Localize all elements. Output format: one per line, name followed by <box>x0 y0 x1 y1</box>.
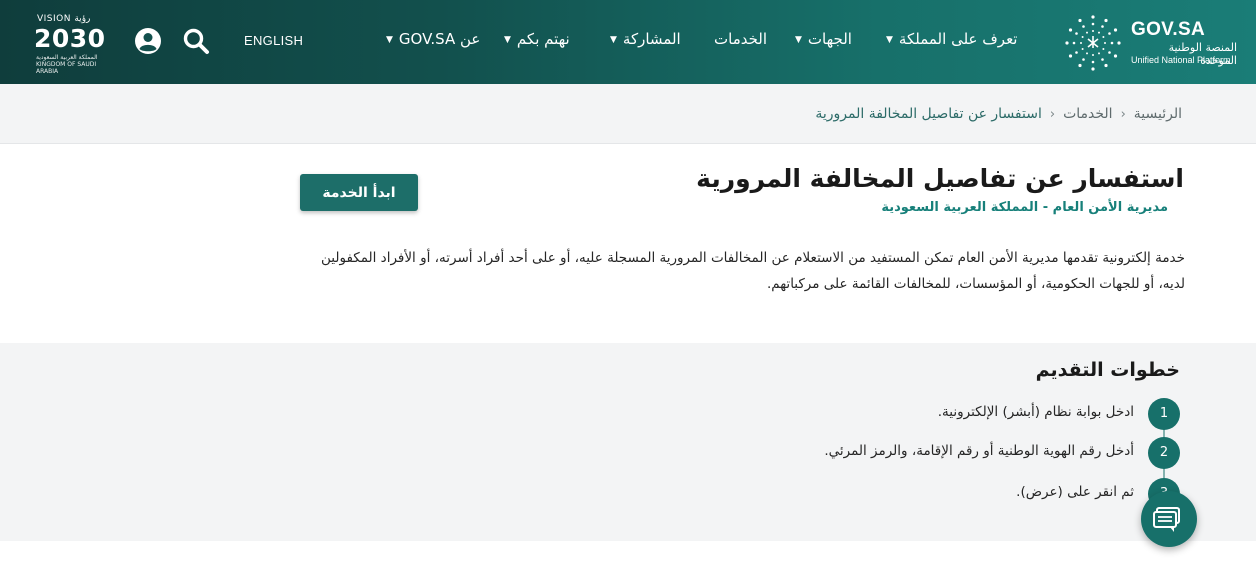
logo-subtitle-en: Unified National Platform <box>1131 55 1231 65</box>
nav-services[interactable]: الخدمات <box>714 30 767 48</box>
nav-entities[interactable]: الجهات ▼ <box>795 30 852 48</box>
govsa-logo[interactable]: GOV.SA المنصة الوطنية الموحدة Unified Na… <box>1064 14 1244 72</box>
caret-down-icon: ▼ <box>795 34 802 45</box>
site-header: VISION رؤية 2030 المملكة العربية السعودي… <box>0 0 1256 84</box>
nav-about-govsa[interactable]: عن GOV.SA ▼ <box>386 30 480 48</box>
step-number: 1 <box>1148 398 1180 430</box>
nav-label: عن GOV.SA <box>398 30 481 48</box>
breadcrumb-home[interactable]: الرئيسية <box>1134 106 1182 122</box>
user-icon[interactable] <box>133 26 163 56</box>
breadcrumb: الرئيسية ‹ الخدمات ‹ استفسار عن تفاصيل المخا… <box>815 106 1182 122</box>
caret-down-icon: ▼ <box>610 34 617 45</box>
language-switch[interactable]: ENGLISH <box>244 33 303 48</box>
search-icon[interactable] <box>181 26 211 56</box>
breadcrumb-bar: الرئيسية ‹ الخدمات ‹ استفسار عن تفاصيل المخا… <box>0 84 1256 144</box>
logo-title: GOV.SA <box>1131 19 1205 40</box>
nav-know-kingdom[interactable]: تعرف على المملكة ▼ <box>886 30 1018 48</box>
chat-button[interactable] <box>1141 491 1197 547</box>
page-title: استفسار عن تفاصيل المخالفة المرورية <box>696 164 1184 193</box>
vision-country: المملكة العربية السعودية KINGDOM OF SAUD… <box>36 54 98 75</box>
breadcrumb-current: استفسار عن تفاصيل المخالفة المرورية <box>815 106 1042 122</box>
service-provider[interactable]: مديرية الأمن العام - المملكة العربية الس… <box>881 200 1168 215</box>
chat-icon <box>1153 507 1180 532</box>
govsa-emblem-icon <box>1065 15 1121 71</box>
breadcrumb-separator-icon: ‹ <box>1049 107 1056 122</box>
vision-year: 2030 <box>34 24 106 53</box>
vision-2030-logo[interactable]: VISION رؤية 2030 المملكة العربية السعودي… <box>34 14 110 75</box>
step-text: ادخل بوابة نظام (أبشر) الإلكترونية. <box>937 404 1134 420</box>
nav-label: المشاركة <box>622 30 681 48</box>
nav-participation[interactable]: المشاركة ▼ <box>610 30 681 48</box>
step-text: أدخل رقم الهوية الوطنية أو رقم الإقامة، … <box>824 443 1134 459</box>
caret-down-icon: ▼ <box>886 34 893 45</box>
vision-label: VISION رؤية <box>37 14 91 24</box>
breadcrumb-services[interactable]: الخدمات <box>1063 106 1113 122</box>
caret-down-icon: ▼ <box>386 34 393 45</box>
step-text: ثم انقر على (عرض). <box>1016 484 1134 500</box>
service-description: خدمة إلكترونية تقدمها مديرية الأمن العام… <box>321 250 1185 292</box>
step-number: 2 <box>1148 437 1180 469</box>
start-service-button[interactable]: ابدأ الخدمة <box>300 174 418 211</box>
steps-title: خطوات التقديم <box>1035 359 1180 381</box>
application-steps-section: خطوات التقديم 1 ادخل بوابة نظام (أبشر) ا… <box>0 343 1256 541</box>
nav-we-care[interactable]: نهتم بكم ▼ <box>504 30 570 48</box>
nav-label: الجهات <box>807 30 852 48</box>
caret-down-icon: ▼ <box>504 34 511 45</box>
nav-label: نهتم بكم <box>516 30 570 48</box>
nav-label: الخدمات <box>714 30 768 48</box>
breadcrumb-separator-icon: ‹ <box>1120 107 1126 122</box>
nav-label: تعرف على المملكة <box>898 30 1018 48</box>
